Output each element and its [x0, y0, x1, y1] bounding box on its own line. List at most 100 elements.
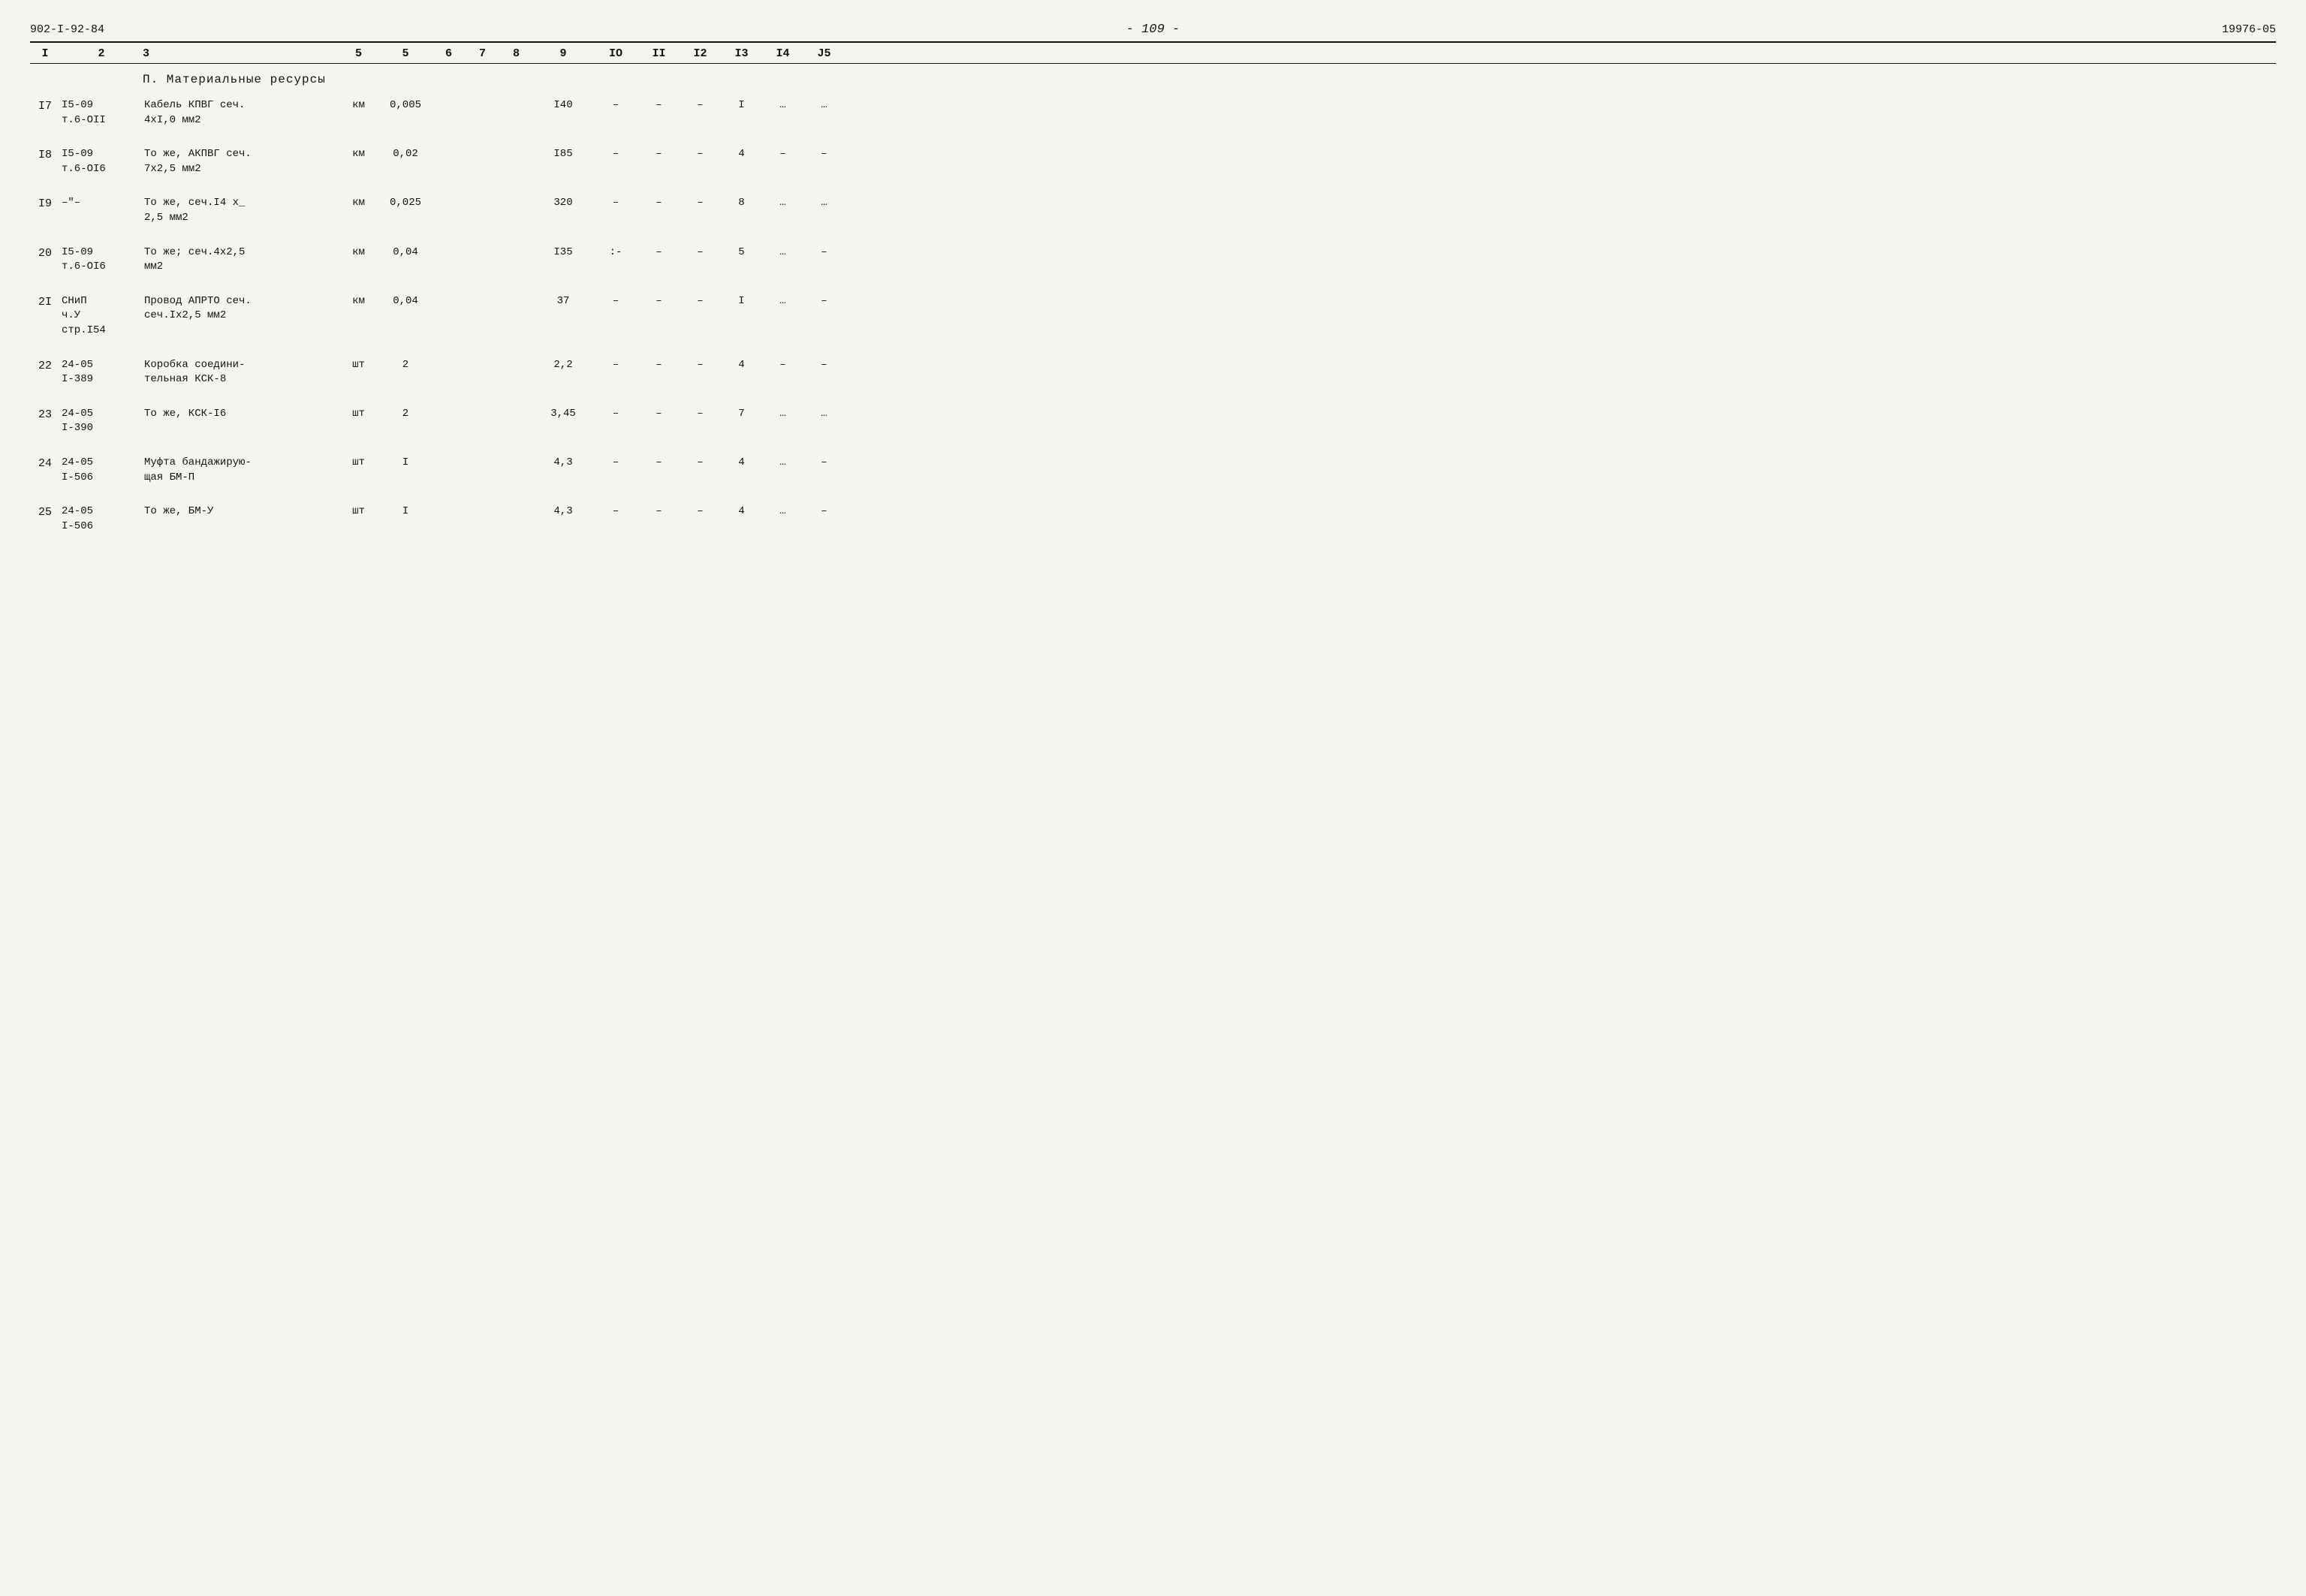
cell-9: 37 [533, 294, 593, 309]
cell-12: – [680, 407, 721, 422]
cell-14: … [762, 196, 803, 211]
doc-number: 902-I-92-84 [30, 23, 779, 36]
cell-9: I85 [533, 147, 593, 162]
cell-11: – [638, 504, 680, 519]
col-header-2: 2 [60, 47, 143, 60]
cell-14: … [762, 294, 803, 309]
table-row: 2424-05 I-506Муфта бандажирую- щая БМ-Пш… [30, 450, 2276, 491]
cell-14: … [762, 98, 803, 113]
cell-1: 20 [30, 245, 60, 261]
cell-12: – [680, 196, 721, 211]
cell-2: –"– [60, 196, 143, 211]
cell-3: То же, БМ-У [143, 504, 338, 519]
col-header-9: 9 [533, 47, 593, 60]
cell-15: – [803, 358, 845, 373]
cell-15: – [803, 504, 845, 519]
table-row: I7I5-09 т.6-OIIКабель КПВГ сеч. 4xI,0 мм… [30, 92, 2276, 134]
cell-3: Коробка соедини- тельная КСК-8 [143, 358, 338, 387]
cell-10: – [593, 98, 638, 113]
cell-3: То же, КСК-I6 [143, 407, 338, 422]
page-number: - 109 - [779, 23, 1527, 37]
cell-4: шт [338, 407, 379, 422]
cell-11: – [638, 456, 680, 471]
col-header-15: J5 [803, 47, 845, 60]
table-row: I9–"–То же, сеч.I4 х_ 2,5 мм2км0,025320–… [30, 190, 2276, 231]
col-header-8: 8 [499, 47, 533, 60]
section-title: П. Материальные ресурсы [30, 64, 2276, 92]
cell-9: I35 [533, 245, 593, 260]
cell-10: – [593, 504, 638, 519]
cell-4: км [338, 245, 379, 260]
table-row: 2224-05 I-389Коробка соедини- тельная КС… [30, 352, 2276, 393]
cell-15: … [803, 98, 845, 113]
cell-4: шт [338, 504, 379, 519]
cell-14: – [762, 147, 803, 162]
cell-5: I [379, 504, 432, 519]
cell-10: – [593, 358, 638, 373]
cell-10: :- [593, 245, 638, 260]
cell-15: … [803, 196, 845, 211]
cell-4: км [338, 196, 379, 211]
cell-2: 24-05 I-506 [60, 456, 143, 485]
cell-4: км [338, 294, 379, 309]
cell-11: – [638, 294, 680, 309]
cell-1: 2I [30, 294, 60, 310]
cell-5: 0,04 [379, 294, 432, 309]
cell-11: – [638, 147, 680, 162]
cell-14: … [762, 407, 803, 422]
cell-3: То же, АКПВГ сеч. 7x2,5 мм2 [143, 147, 338, 176]
cell-13: 7 [721, 407, 762, 422]
col-header-13: I3 [721, 47, 762, 60]
cell-1: I9 [30, 196, 60, 212]
cell-2: I5-09 т.6-OI6 [60, 245, 143, 275]
cell-3: Провод АПРТО сеч. сеч.Iх2,5 мм2 [143, 294, 338, 324]
cell-9: 3,45 [533, 407, 593, 422]
cell-11: – [638, 196, 680, 211]
cell-11: – [638, 245, 680, 260]
cell-4: км [338, 98, 379, 113]
col-header-12: I2 [680, 47, 721, 60]
cell-9: 4,3 [533, 504, 593, 519]
table-row: 2324-05 I-390То же, КСК-I6шт23,45–––7…… [30, 401, 2276, 442]
cell-11: – [638, 98, 680, 113]
cell-13: 4 [721, 504, 762, 519]
cell-4: км [338, 147, 379, 162]
cell-14: … [762, 456, 803, 471]
cell-1: 23 [30, 407, 60, 423]
cell-5: I [379, 456, 432, 471]
col-header-3: 3 [143, 47, 338, 60]
cell-13: 4 [721, 358, 762, 373]
cell-12: – [680, 358, 721, 373]
cell-2: I5-09 т.6-OI6 [60, 147, 143, 176]
cell-9: 4,3 [533, 456, 593, 471]
cell-3: То же; сеч.4x2,5 мм2 [143, 245, 338, 275]
cell-5: 2 [379, 407, 432, 422]
col-header-11: II [638, 47, 680, 60]
table-row: I8I5-09 т.6-OI6То же, АКПВГ сеч. 7x2,5 м… [30, 141, 2276, 182]
cell-13: 5 [721, 245, 762, 260]
cell-2: СНиП ч.У стр.I54 [60, 294, 143, 339]
col-header-1: I [30, 47, 60, 60]
cell-11: – [638, 358, 680, 373]
cell-10: – [593, 147, 638, 162]
cell-5: 2 [379, 358, 432, 373]
cell-4: шт [338, 358, 379, 373]
cell-2: I5-09 т.6-OII [60, 98, 143, 128]
cell-15: – [803, 245, 845, 260]
cell-14: – [762, 358, 803, 373]
cell-12: – [680, 294, 721, 309]
cell-4: шт [338, 456, 379, 471]
col-header-5: 5 [379, 47, 432, 60]
column-headers: I23556789IOIII2I3I4J5 [30, 43, 2276, 64]
cell-3: Муфта бандажирую- щая БМ-П [143, 456, 338, 485]
cell-9: I40 [533, 98, 593, 113]
cell-12: – [680, 147, 721, 162]
table-row: 2IСНиП ч.У стр.I54Провод АПРТО сеч. сеч.… [30, 288, 2276, 345]
cell-5: 0,02 [379, 147, 432, 162]
table-row: 2524-05 I-506То же, БМ-УштI4,3–––4…– [30, 498, 2276, 540]
cell-1: 22 [30, 358, 60, 374]
cell-5: 0,025 [379, 196, 432, 211]
col-header-6: 6 [432, 47, 466, 60]
cell-3: Кабель КПВГ сеч. 4xI,0 мм2 [143, 98, 338, 128]
cell-1: I8 [30, 147, 60, 163]
